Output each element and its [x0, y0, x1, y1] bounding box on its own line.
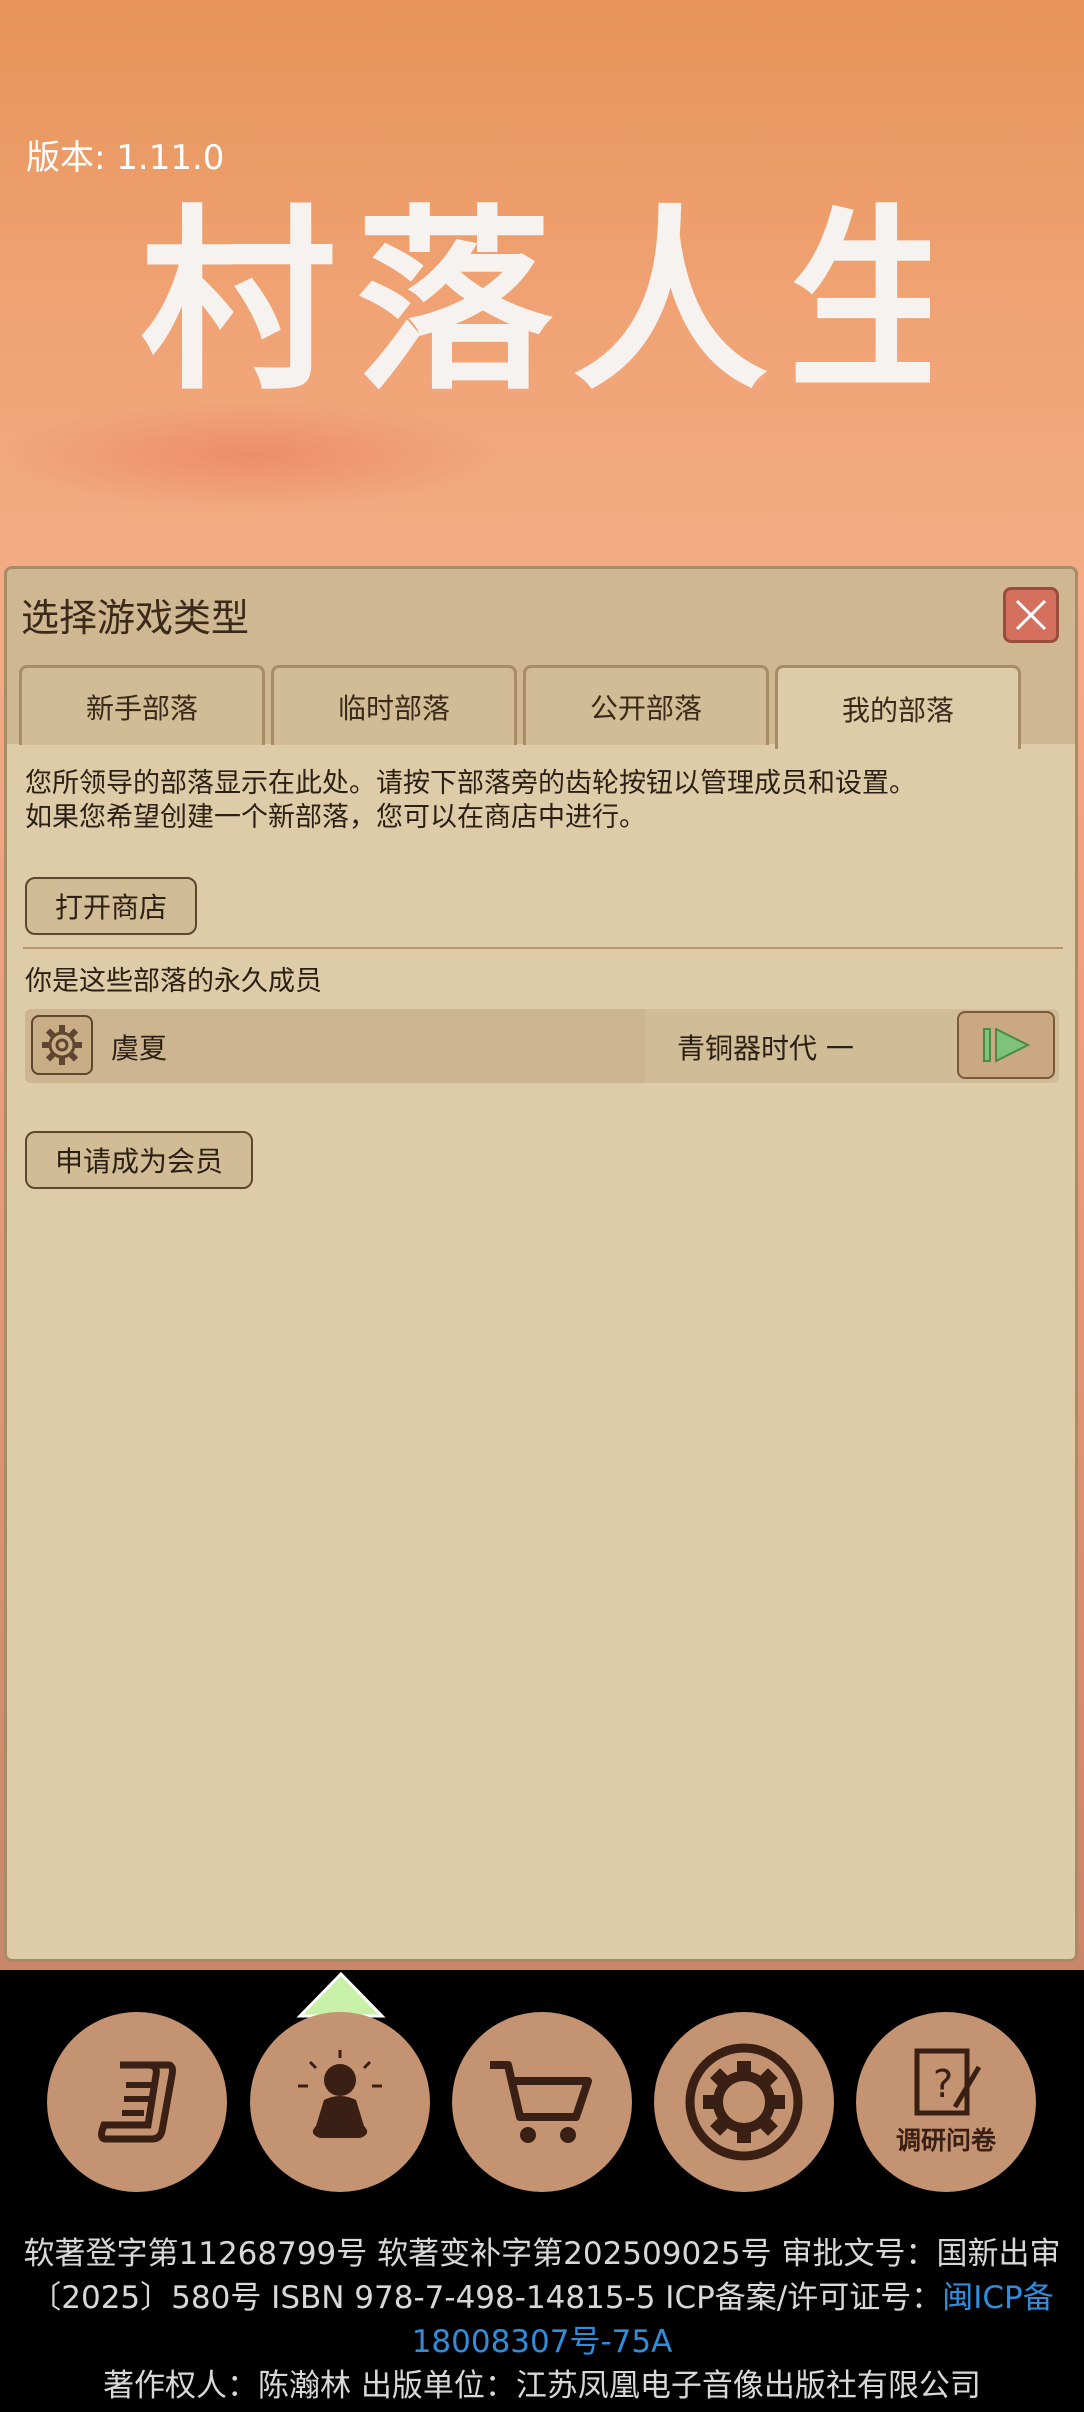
svg-text:?: ?	[933, 2062, 953, 2106]
play-icon	[983, 1027, 1031, 1063]
footer-line-2: 〔2025〕580号 ISBN 978-7-498-14815-5 ICP备案/…	[0, 2276, 1084, 2320]
scroll-icon	[98, 2061, 176, 2143]
apply-member-button[interactable]: 申请成为会员	[25, 1131, 253, 1189]
tab-public-tribe[interactable]: 公开部落	[523, 665, 769, 745]
meditation-icon	[298, 2050, 382, 2138]
description-line-1: 您所领导的部落显示在此处。请按下部落旁的齿轮按钮以管理成员和设置。	[25, 768, 916, 799]
icp-link-part-2[interactable]: 18008307号-75A	[412, 2324, 673, 2360]
tab-temporary-tribe[interactable]: 临时部落	[271, 665, 517, 745]
scroll-button[interactable]	[47, 2012, 227, 2192]
tab-my-tribe[interactable]: 我的部落	[775, 665, 1021, 749]
dialog-title: 选择游戏类型	[21, 596, 250, 640]
enter-tribe-button[interactable]	[957, 1011, 1055, 1079]
open-shop-button[interactable]: 打开商店	[25, 877, 197, 935]
shop-button[interactable]	[452, 2012, 632, 2192]
settings-button[interactable]	[654, 2012, 834, 2192]
tribe-name: 虞夏	[111, 1032, 168, 1065]
survey-icon: ? 调研问卷	[896, 2048, 997, 2155]
footer-line-1: 软著登字第11268799号 软著变补字第202509025号 审批文号：国新出…	[23, 2236, 1061, 2272]
tribe-row: 虞夏 青铜器时代 一	[25, 1009, 1059, 1083]
survey-label: 调研问卷	[896, 2126, 997, 2155]
icp-link-part-1[interactable]: 闽ICP备	[942, 2280, 1053, 2316]
game-logo: 村落人生	[140, 189, 930, 410]
gear-icon	[42, 1025, 82, 1065]
version-label: 版本: 1.11.0	[26, 138, 225, 178]
tab-beginner-tribe[interactable]: 新手部落	[19, 665, 265, 745]
dialog-header: 选择游戏类型 新手部落 临时部落 公开部落 我的部落	[7, 569, 1075, 749]
logo-text: 村落人生	[140, 189, 930, 410]
close-button[interactable]	[1003, 587, 1059, 643]
survey-button[interactable]: ? 调研问卷	[856, 2012, 1036, 2192]
footer-line-4: 著作权人：陈瀚林 出版单位：江苏凤凰电子音像出版社有限公司	[103, 2368, 981, 2404]
tribe-era: 青铜器时代 一	[677, 1032, 854, 1065]
members-section-label: 你是这些部落的永久成员	[25, 966, 322, 997]
footer-line-3: 18008307号-75A	[0, 2320, 1084, 2364]
settings-icon	[685, 2043, 803, 2161]
tribe-settings-button[interactable]	[31, 1015, 93, 1075]
cart-icon	[490, 2061, 592, 2143]
footer-line-2-text: 〔2025〕580号 ISBN 978-7-498-14815-5 ICP备案/…	[30, 2280, 943, 2316]
background-cloud	[0, 400, 500, 510]
description-line-2: 如果您希望创建一个新部落，您可以在商店中进行。	[25, 802, 646, 833]
game-type-dialog: 选择游戏类型 新手部落 临时部落 公开部落 我的部落 您所领导的部落显示在此处。…	[4, 566, 1078, 1962]
section-divider	[23, 947, 1063, 949]
close-icon	[1015, 599, 1047, 631]
tribe-description: 您所领导的部落显示在此处。请按下部落旁的齿轮按钮以管理成员和设置。 如果您希望创…	[25, 767, 1055, 835]
meditation-button[interactable]	[250, 2012, 430, 2192]
